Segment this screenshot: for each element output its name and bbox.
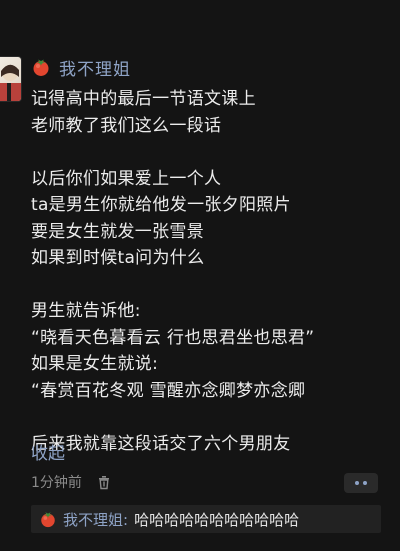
trash-icon[interactable] <box>96 474 112 490</box>
post-meta: 1分钟前 <box>31 472 112 492</box>
more-dot-icon <box>363 481 367 485</box>
more-dot-icon <box>355 481 359 485</box>
more-options-button[interactable] <box>344 473 378 493</box>
post-text-line: 如果到时候ta问为什么 <box>31 248 205 268</box>
tomato-icon <box>33 59 49 76</box>
comment-text: 哈哈哈哈哈哈哈哈哈哈哈 <box>134 510 300 529</box>
post-text-line: “晓看天色暮看云 行也思君坐也思君” <box>31 327 315 348</box>
collapse-link[interactable]: 收起 <box>31 439 65 464</box>
post-text-line: “春赏百花冬观 雪醒亦念卿梦亦念卿 <box>31 380 306 401</box>
post-text-line: 要是女生就发一张雪景 <box>31 221 204 242</box>
post-author-name[interactable]: 我不理姐 <box>59 55 131 80</box>
post-text-line: ta是男生你就给他发一张夕阳照片 <box>31 195 291 215</box>
post-text-line: 老师教了我们这么一段话 <box>31 115 222 136</box>
post-text-line: 记得高中的最后一节语文课上 <box>31 89 256 109</box>
post-text-line: 如果是女生就说: <box>31 354 159 374</box>
post-header: 我不理姐 <box>31 54 131 80</box>
post-text-line: 后来我就靠这段话交了六个男朋友 <box>31 433 291 454</box>
avatar[interactable] <box>0 56 22 102</box>
post-text-line: 男生就告诉他: <box>31 301 141 321</box>
tomato-icon <box>41 512 55 528</box>
comment-item[interactable]: 我不理姐: 哈哈哈哈哈哈哈哈哈哈哈 <box>31 505 381 533</box>
comment-author[interactable]: 我不理姐: <box>63 509 128 530</box>
avatar-image <box>0 64 21 101</box>
post-body: 记得高中的最后一节语文课上 老师教了我们这么一段话 以后你们如果爱上一个人 ta是男生… <box>31 86 381 457</box>
post-text-line: 以后你们如果爱上一个人 <box>31 168 222 189</box>
timestamp: 1分钟前 <box>31 475 82 491</box>
